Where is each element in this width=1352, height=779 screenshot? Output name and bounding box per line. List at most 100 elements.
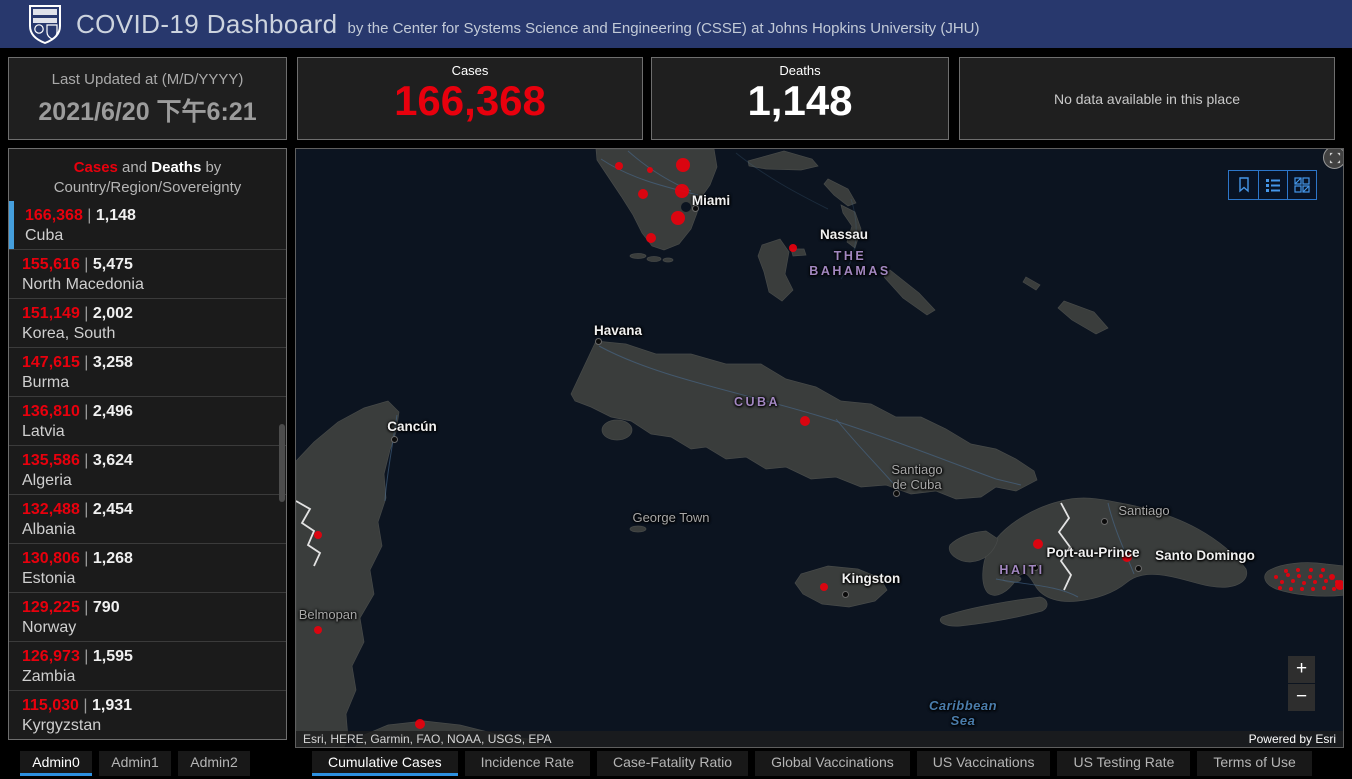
total-cases-panel: Cases 166,368 <box>297 57 643 140</box>
jhu-shield-logo <box>29 5 61 44</box>
case-dot[interactable] <box>1309 568 1313 572</box>
country-list-item[interactable]: 136,810 | 2,496 Latvia <box>9 396 286 445</box>
zoom-in-button[interactable]: + <box>1288 656 1315 683</box>
case-dot[interactable] <box>800 416 810 426</box>
city-dot <box>894 491 899 496</box>
case-dot[interactable] <box>1324 579 1328 583</box>
case-dot[interactable] <box>820 583 828 591</box>
tab-global-vaccinations[interactable]: Global Vaccinations <box>755 751 910 776</box>
case-dot[interactable] <box>415 719 425 729</box>
country-list-item[interactable]: 155,616 | 5,475 North Macedonia <box>9 249 286 298</box>
country-cases-deaths: 155,616 | 5,475 <box>22 256 133 273</box>
tab-cumulative-cases[interactable]: Cumulative Cases <box>312 751 458 776</box>
landmasses <box>296 149 1343 747</box>
case-dot[interactable] <box>1274 575 1278 579</box>
tab-case-fatality-ratio[interactable]: Case-Fatality Ratio <box>597 751 749 776</box>
zoom-out-button[interactable]: − <box>1288 684 1315 711</box>
case-dot[interactable] <box>1286 573 1290 577</box>
city-dot <box>1102 519 1107 524</box>
admin-tabs: Admin0 Admin1 Admin2 <box>20 751 250 776</box>
cases-label: Cases <box>451 63 489 78</box>
case-dot[interactable] <box>1291 579 1295 583</box>
country-list-item[interactable]: 115,030 | 1,931 Kyrgyzstan <box>9 690 286 739</box>
case-dot[interactable] <box>1302 581 1306 585</box>
case-dot[interactable] <box>1321 568 1325 572</box>
tab-us-testing-rate[interactable]: US Testing Rate <box>1057 751 1191 776</box>
city-dot <box>1033 565 1038 570</box>
legend-button[interactable] <box>1258 171 1287 199</box>
tab-terms-of-use[interactable]: Terms of Use <box>1197 751 1312 776</box>
covid19-dashboard: COVID-19 Dashboard by the Center for Sys… <box>0 0 1352 779</box>
tab-admin0[interactable]: Admin0 <box>20 751 92 776</box>
case-dot[interactable] <box>1297 574 1301 578</box>
country-cases-deaths: 166,368 | 1,148 <box>25 207 136 224</box>
case-dot[interactable] <box>1308 575 1312 579</box>
country-list-item[interactable]: 135,586 | 3,624 Algeria <box>9 445 286 494</box>
case-dot[interactable] <box>671 211 685 225</box>
case-dot[interactable] <box>1278 586 1282 590</box>
country-cases-deaths: 130,806 | 1,268 <box>22 550 133 567</box>
bookmark-button[interactable] <box>1229 171 1258 199</box>
country-list-item[interactable]: 132,488 | 2,454 Albania <box>9 494 286 543</box>
country-list-item[interactable]: 166,368 | 1,148 Cuba <box>9 201 286 249</box>
powered-by-esri[interactable]: Powered by Esri <box>1249 732 1336 746</box>
sidebar-scrollbar-thumb[interactable] <box>279 424 285 502</box>
app-header: COVID-19 Dashboard by the Center for Sys… <box>0 0 1352 48</box>
no-data-panel: No data available in this place <box>959 57 1335 140</box>
case-dot[interactable] <box>638 189 648 199</box>
country-name: Cuba <box>25 227 64 244</box>
country-cases-deaths: 147,615 | 3,258 <box>22 354 133 371</box>
case-dot[interactable] <box>314 626 322 634</box>
case-dot[interactable] <box>1313 580 1317 584</box>
case-dot[interactable] <box>1296 568 1300 572</box>
map-attribution: Esri, HERE, Garmin, FAO, NOAA, USGS, EPA <box>303 732 552 746</box>
country-name: Kyrgyzstan <box>22 717 102 734</box>
country-list-item[interactable]: 129,225 | 790 Norway <box>9 592 286 641</box>
country-name: North Macedonia <box>22 276 144 293</box>
country-list-item[interactable]: 147,615 | 3,258 Burma <box>9 347 286 396</box>
case-dot[interactable] <box>1319 574 1323 578</box>
case-dot[interactable] <box>646 233 656 243</box>
case-dot[interactable] <box>1033 539 1043 549</box>
case-dot[interactable] <box>1289 587 1293 591</box>
case-dot[interactable] <box>676 158 690 172</box>
case-dot[interactable] <box>1322 586 1326 590</box>
zoom-controls: + − <box>1288 656 1315 711</box>
case-dot[interactable] <box>1300 587 1304 591</box>
country-cases-deaths: 115,030 | 1,931 <box>22 697 133 714</box>
country-list-item[interactable]: 151,149 | 2,002 Korea, South <box>9 298 286 347</box>
city-dot <box>392 437 397 442</box>
country-list-item[interactable]: 130,806 | 1,268 Estonia <box>9 543 286 592</box>
city-dot <box>1136 566 1141 571</box>
case-dot[interactable] <box>647 167 653 173</box>
expand-button[interactable] <box>1323 149 1343 169</box>
case-dot[interactable] <box>1284 569 1288 573</box>
country-list[interactable]: 166,368 | 1,148 Cuba 155,616 | 5,475 North … <box>9 201 286 739</box>
tab-admin1[interactable]: Admin1 <box>99 751 171 776</box>
country-list-header: Cases and Deaths by Country/Region/Sover… <box>9 149 286 201</box>
map-canvas[interactable] <box>296 149 1344 748</box>
case-dot[interactable] <box>789 244 797 252</box>
basemap-button[interactable] <box>1287 171 1316 199</box>
map-toolbar <box>1228 170 1317 200</box>
map-panel[interactable]: Miami Nassau THE BAHAMAS Havana CUBA Cancún Sa… <box>295 148 1344 748</box>
tab-us-vaccinations[interactable]: US Vaccinations <box>916 751 1051 776</box>
country-cases-deaths: 129,225 | 790 <box>22 599 120 616</box>
no-data-text: No data available in this place <box>1053 90 1240 107</box>
case-dot[interactable] <box>1332 587 1336 591</box>
case-dot[interactable] <box>1329 574 1335 580</box>
country-list-panel: Cases and Deaths by Country/Region/Sover… <box>8 148 287 740</box>
case-dot[interactable] <box>675 184 689 198</box>
case-dot[interactable] <box>615 162 623 170</box>
expand-arrows-icon <box>1329 152 1340 163</box>
tab-incidence-rate[interactable]: Incidence Rate <box>464 751 591 776</box>
basemap-grid-icon <box>1294 177 1310 193</box>
tab-admin2[interactable]: Admin2 <box>178 751 250 776</box>
case-dot[interactable] <box>314 531 322 539</box>
country-list-item[interactable]: 126,973 | 1,595 Zambia <box>9 641 286 690</box>
country-name: Estonia <box>22 570 76 587</box>
case-dot[interactable] <box>1280 580 1284 584</box>
case-dot[interactable] <box>1311 587 1315 591</box>
city-dot <box>843 592 848 597</box>
case-dot[interactable] <box>1122 552 1132 562</box>
